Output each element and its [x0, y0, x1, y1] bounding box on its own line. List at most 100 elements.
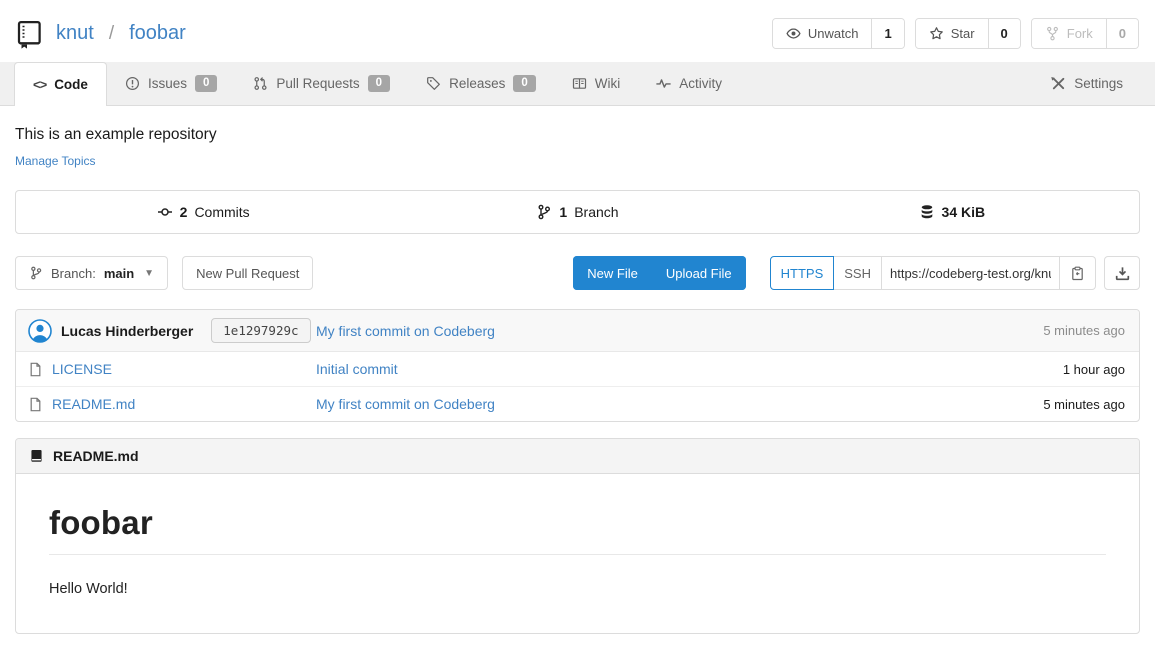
star-button[interactable]: Star 0: [915, 18, 1021, 49]
tab-releases-label: Releases: [449, 76, 505, 91]
repo-actions: Unwatch 1 Star 0 Fork 0: [772, 18, 1139, 49]
branch-label: Branch:: [51, 266, 96, 281]
commit-message-link[interactable]: My first commit on Codeberg: [316, 323, 495, 339]
download-icon: [1115, 266, 1130, 281]
tab-pull-requests-label: Pull Requests: [276, 76, 359, 91]
database-icon: [919, 204, 935, 220]
tab-wiki-label: Wiki: [595, 76, 621, 91]
new-pr-label: New Pull Request: [196, 266, 299, 281]
book-icon: [29, 449, 44, 464]
unwatch-label: Unwatch: [808, 26, 859, 41]
chevron-down-icon: ▼: [144, 268, 154, 279]
new-file-button[interactable]: New File: [573, 256, 652, 290]
issue-icon: [125, 76, 140, 91]
commits-stat[interactable]: 2 Commits: [16, 191, 390, 233]
avatar[interactable]: [28, 319, 52, 343]
copy-url-button[interactable]: [1060, 256, 1096, 290]
tab-issues-label: Issues: [148, 76, 187, 91]
releases-count-badge: 0: [513, 75, 535, 92]
commit-sha-link[interactable]: 1e1297929c: [211, 318, 310, 343]
tab-pull-requests[interactable]: Pull Requests 0: [235, 62, 408, 105]
file-row: LICENSE Initial commit 1 hour ago: [16, 352, 1139, 387]
branch-icon: [536, 204, 552, 220]
file-list: Lucas Hinderberger 1e1297929c My first c…: [15, 309, 1140, 422]
readme-title: foobar: [49, 504, 1106, 555]
unwatch-button[interactable]: Unwatch 1: [772, 18, 905, 49]
readme-filename: README.md: [53, 448, 139, 464]
code-icon: <>: [33, 77, 46, 92]
file-row: README.md My first commit on Codeberg 5 …: [16, 387, 1139, 421]
file-name-link[interactable]: LICENSE: [52, 361, 112, 377]
activity-pulse-icon: [656, 76, 671, 91]
file-icon: [28, 362, 43, 377]
tab-activity[interactable]: Activity: [638, 62, 740, 105]
latest-commit-message: My first commit on Codeberg: [316, 323, 1043, 339]
repo-name-link[interactable]: foobar: [129, 22, 186, 45]
tab-settings-label: Settings: [1074, 76, 1123, 91]
star-count[interactable]: 0: [988, 19, 1020, 48]
tab-activity-label: Activity: [679, 76, 722, 91]
file-commit-message-link[interactable]: Initial commit: [316, 361, 398, 377]
clone-url-input[interactable]: [882, 256, 1060, 290]
latest-commit-row: Lucas Hinderberger 1e1297929c My first c…: [16, 310, 1139, 352]
commits-label: Commits: [194, 204, 249, 220]
tools-icon: [1051, 76, 1066, 91]
code-toolbar: Branch: main ▼ New Pull Request New File…: [15, 256, 1140, 290]
commits-count: 2: [180, 204, 188, 220]
file-age: 1 hour ago: [1063, 362, 1127, 377]
pull-requests-count-badge: 0: [368, 75, 390, 92]
readme-text: Hello World!: [49, 581, 1106, 597]
tab-code-label: Code: [54, 77, 88, 92]
commit-author[interactable]: Lucas Hinderberger: [61, 323, 193, 339]
clipboard-copy-icon: [1070, 266, 1085, 281]
fork-label: Fork: [1067, 26, 1093, 41]
issues-count-badge: 0: [195, 75, 217, 92]
https-toggle[interactable]: HTTPS: [770, 256, 835, 290]
tab-settings[interactable]: Settings: [1033, 62, 1141, 105]
file-commit-message-link[interactable]: My first commit on Codeberg: [316, 396, 495, 412]
manage-topics-link[interactable]: Manage Topics: [15, 154, 96, 168]
repo-description: This is an example repository: [15, 126, 1140, 144]
repo-header: knut / foobar Unwatch 1 Star 0 Fork 0: [0, 0, 1155, 62]
repo-content: This is an example repository Manage Top…: [0, 126, 1155, 634]
fork-button: Fork 0: [1031, 18, 1139, 49]
clone-url-group: HTTPS SSH: [770, 256, 1140, 290]
star-icon: [929, 26, 944, 41]
readme-panel: README.md foobar Hello World!: [15, 438, 1140, 634]
branch-selector[interactable]: Branch: main ▼: [15, 256, 168, 290]
ssh-toggle[interactable]: SSH: [834, 256, 882, 290]
watch-count[interactable]: 1: [871, 19, 903, 48]
pull-request-icon: [253, 76, 268, 91]
repo-title: knut / foobar: [14, 19, 186, 49]
repo-stats-bar: 2 Commits 1 Branch 34 KiB: [15, 190, 1140, 234]
readme-content: foobar Hello World!: [16, 474, 1139, 633]
wiki-book-icon: [572, 76, 587, 91]
tab-wiki[interactable]: Wiki: [554, 62, 639, 105]
eye-icon: [786, 26, 801, 41]
tab-releases[interactable]: Releases 0: [408, 62, 554, 105]
branch-icon: [29, 266, 43, 280]
tab-code[interactable]: <> Code: [14, 62, 107, 106]
file-name-link[interactable]: README.md: [52, 396, 135, 412]
file-commit-message: Initial commit: [316, 361, 1063, 377]
repo-book-icon: [14, 19, 44, 49]
tab-issues[interactable]: Issues 0: [107, 62, 235, 105]
fork-count: 0: [1106, 19, 1138, 48]
upload-file-button[interactable]: Upload File: [652, 256, 746, 290]
breadcrumb-separator: /: [109, 23, 114, 45]
current-branch-name: main: [104, 266, 134, 281]
repo-owner-link[interactable]: knut: [56, 22, 94, 45]
new-pull-request-button[interactable]: New Pull Request: [182, 256, 313, 290]
branches-count: 1: [559, 204, 567, 220]
file-age: 5 minutes ago: [1043, 397, 1127, 412]
commit-icon: [157, 204, 173, 220]
repo-size-value: 34 KiB: [942, 204, 986, 220]
readme-header: README.md: [16, 439, 1139, 474]
branches-stat[interactable]: 1 Branch: [390, 191, 764, 233]
file-icon: [28, 397, 43, 412]
repo-size-stat[interactable]: 34 KiB: [765, 191, 1139, 233]
star-label: Star: [951, 26, 975, 41]
fork-icon: [1045, 26, 1060, 41]
repo-tabs: <> Code Issues 0 Pull Requests 0 Release…: [0, 62, 1155, 106]
download-button[interactable]: [1104, 256, 1140, 290]
